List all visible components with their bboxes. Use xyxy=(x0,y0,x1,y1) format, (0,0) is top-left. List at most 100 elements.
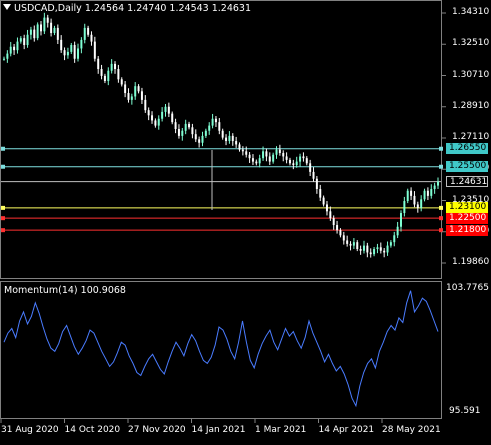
time-axis-label: 14 Jan 2021 xyxy=(191,425,246,435)
price-axis-tick-label: 1.27110 xyxy=(452,132,490,142)
level-price-tag: 1.22500 xyxy=(446,212,488,224)
price-bar xyxy=(396,221,399,239)
price-bar xyxy=(137,84,140,94)
price-bar xyxy=(154,118,157,128)
time-axis-label: 14 Oct 2020 xyxy=(64,425,121,435)
price-bar xyxy=(56,24,59,44)
price-bar xyxy=(83,23,86,44)
level-price-tag: 1.25500 xyxy=(446,161,488,173)
chevron-down-icon[interactable] xyxy=(3,4,11,10)
price-bar xyxy=(433,182,436,194)
price-bar xyxy=(130,93,133,105)
level-price-tag: 1.24631 xyxy=(446,176,488,188)
momentum-series xyxy=(3,290,439,408)
price-bar xyxy=(305,156,308,166)
price-bar xyxy=(319,184,322,202)
momentum-axis-bottom: 95.591 xyxy=(449,406,481,416)
price-bar xyxy=(225,134,228,146)
level-handle[interactable] xyxy=(1,164,5,169)
price-bar xyxy=(120,77,123,87)
price-bar xyxy=(339,228,342,238)
price-bar xyxy=(299,153,302,167)
price-bar xyxy=(177,124,180,139)
price-bar xyxy=(3,56,5,61)
price-bar xyxy=(416,201,419,213)
price-bar xyxy=(188,121,191,130)
price-bar xyxy=(282,150,285,162)
price-bar xyxy=(147,107,150,121)
price-bar xyxy=(342,231,345,245)
price-bar xyxy=(359,245,362,255)
price-bar xyxy=(93,36,96,62)
level-handle[interactable] xyxy=(439,216,443,221)
level-handle[interactable] xyxy=(439,205,443,210)
price-bar xyxy=(413,191,416,208)
price-bar xyxy=(63,47,66,61)
price-bar xyxy=(399,210,402,232)
horizontal-levels xyxy=(1,146,443,233)
price-bar xyxy=(362,240,365,254)
price-bar xyxy=(19,36,22,44)
price-bar xyxy=(9,41,12,57)
price-bar xyxy=(366,242,369,258)
price-bar xyxy=(221,128,224,140)
level-handle[interactable] xyxy=(439,146,443,151)
price-bar xyxy=(346,235,349,247)
price-bar xyxy=(198,136,201,148)
price-bar xyxy=(238,142,241,152)
price-bar xyxy=(110,59,113,74)
price-bar xyxy=(29,26,32,40)
price-bar xyxy=(295,156,298,168)
price-bar xyxy=(181,128,184,141)
momentum-line xyxy=(3,290,439,408)
level-handle[interactable] xyxy=(1,146,5,151)
symbol-header[interactable]: USDCAD,Daily 1.24564 1.24740 1.24543 1.2… xyxy=(3,3,251,14)
price-bar xyxy=(167,102,170,118)
price-bar xyxy=(410,187,413,200)
price-bar xyxy=(275,146,278,159)
price-bar xyxy=(376,243,379,254)
price-bar xyxy=(77,43,80,62)
price-bar xyxy=(430,184,433,199)
level-handle[interactable] xyxy=(1,205,5,210)
price-bar xyxy=(265,148,268,162)
price-axis-tick-label: 1.32510 xyxy=(452,38,490,49)
price-bar xyxy=(356,240,359,252)
price-bar xyxy=(201,131,204,147)
price-bar xyxy=(420,195,423,212)
level-handle[interactable] xyxy=(439,164,443,169)
price-bar xyxy=(332,215,335,230)
price-bar xyxy=(373,246,376,257)
level-price-tag: 1.21800 xyxy=(446,224,488,236)
price-bar xyxy=(329,206,332,221)
price-bar xyxy=(248,152,251,163)
price-bar xyxy=(103,73,106,84)
chart-canvas xyxy=(0,0,446,423)
price-bar xyxy=(107,67,110,86)
price-bar xyxy=(278,144,281,156)
price-bar xyxy=(241,146,244,156)
price-bar xyxy=(194,129,197,143)
price-bar xyxy=(228,131,231,144)
price-bar xyxy=(100,64,103,80)
price-bar xyxy=(386,241,389,256)
price-bar xyxy=(26,29,29,48)
price-bar xyxy=(164,104,167,117)
price-bar xyxy=(218,118,221,135)
price-bar xyxy=(322,195,325,207)
price-bar xyxy=(406,188,409,204)
momentum-indicator-label: Momentum(14) 100.9068 xyxy=(4,285,126,296)
price-bar xyxy=(191,123,194,139)
price-bar xyxy=(214,116,217,127)
price-bar xyxy=(174,118,177,134)
price-bar xyxy=(352,238,355,250)
price-bar xyxy=(285,152,288,164)
price-bar xyxy=(312,167,315,182)
price-bar xyxy=(204,128,207,138)
price-bar xyxy=(87,25,90,37)
level-price-tag: 1.26550 xyxy=(446,143,488,155)
level-handle[interactable] xyxy=(1,228,5,233)
price-bar xyxy=(134,82,137,100)
level-handle[interactable] xyxy=(1,216,5,221)
price-bars xyxy=(3,12,439,258)
